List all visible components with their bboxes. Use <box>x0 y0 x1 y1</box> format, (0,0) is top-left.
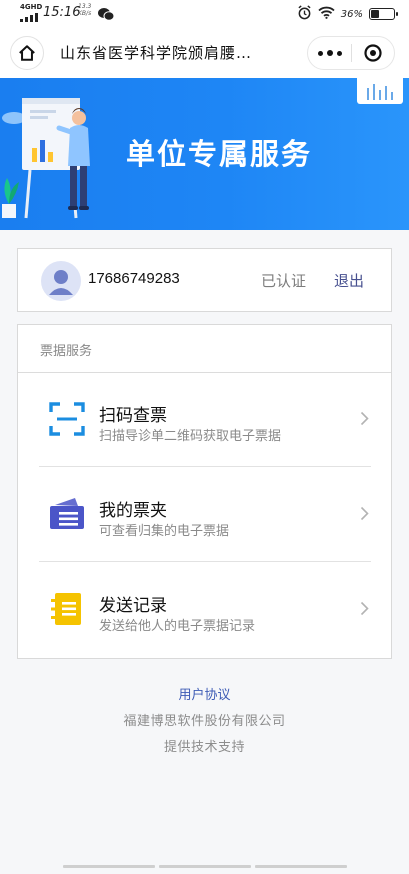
status-bar: 4GHD 15:16 13.3 KB/s 36% <box>0 0 409 28</box>
home-button[interactable] <box>10 36 44 70</box>
presenter-illustration <box>2 98 90 219</box>
user-agreement-link[interactable]: 用户协议 <box>0 684 409 703</box>
battery-level <box>371 10 379 18</box>
alarm-icon <box>297 5 312 23</box>
chevron-right-icon <box>360 506 369 521</box>
banner-title: 单位专属服务 <box>126 137 313 171</box>
item-divider <box>39 561 371 562</box>
service-desc: 扫描导诊单二维码获取电子票据 <box>99 429 282 444</box>
tech-support-text: 提供技术支持 <box>163 740 245 755</box>
miniprogram-capsule <box>307 36 395 70</box>
logout-link[interactable]: 退出 <box>334 270 364 291</box>
service-title: 发送记录 <box>99 596 167 616</box>
ticket-folder-item[interactable]: 我的票夹 可查看归集的电子票据 <box>18 468 391 562</box>
network-type: 4GHD <box>20 3 43 11</box>
home-icon <box>19 45 35 61</box>
speed-unit: KB/s <box>78 10 92 17</box>
verified-status: 已认证 <box>261 272 307 290</box>
send-record-icon <box>51 593 81 625</box>
user-card: 17686749283 已认证 退出 <box>17 248 392 312</box>
more-icon <box>317 50 342 56</box>
close-icon <box>364 44 382 62</box>
close-button[interactable] <box>352 37 394 69</box>
avatar <box>41 261 81 301</box>
signal-icon <box>20 12 38 22</box>
company-name: 福建博思软件股份有限公司 <box>123 714 286 729</box>
section-title: 票据服务 <box>40 344 93 359</box>
service-title: 我的票夹 <box>99 501 167 521</box>
ticket-folder-icon <box>50 498 84 529</box>
user-phone: 17686749283 <box>88 270 180 287</box>
speed-value: 13.3 <box>78 3 92 10</box>
clock-time: 15:16 <box>43 5 81 20</box>
ticket-service-card: 票据服务 扫码查票 扫描导诊单二维码获取电子票据 我的票夹 可查看归集的电子票据 <box>17 324 392 659</box>
send-record-item[interactable]: 发送记录 发送给他人的电子票据记录 <box>18 563 391 657</box>
network-speed: 13.3 KB/s <box>78 3 91 17</box>
page-title: 山东省医学科学院颁肩腰… <box>60 44 253 62</box>
chart-card-illustration <box>357 78 403 104</box>
more-button[interactable] <box>308 37 351 69</box>
battery-icon <box>369 8 398 20</box>
home-indicator <box>0 865 409 868</box>
battery-percent: 36% <box>340 8 363 20</box>
service-desc: 发送给他人的电子票据记录 <box>99 619 256 634</box>
scan-ticket-item[interactable]: 扫码查票 扫描导诊单二维码获取电子票据 <box>18 373 391 467</box>
scan-icon <box>49 402 85 436</box>
user-icon <box>49 270 73 295</box>
service-title: 扫码查票 <box>99 406 167 426</box>
item-divider <box>39 466 371 467</box>
service-banner: 单位专属服务 <box>0 78 409 230</box>
wechat-icon <box>98 6 115 25</box>
nav-bar: 山东省医学科学院颁肩腰… <box>0 28 409 78</box>
wifi-icon <box>318 6 335 22</box>
chevron-right-icon <box>360 601 369 616</box>
service-desc: 可查看归集的电子票据 <box>99 524 230 539</box>
chevron-right-icon <box>360 411 369 426</box>
